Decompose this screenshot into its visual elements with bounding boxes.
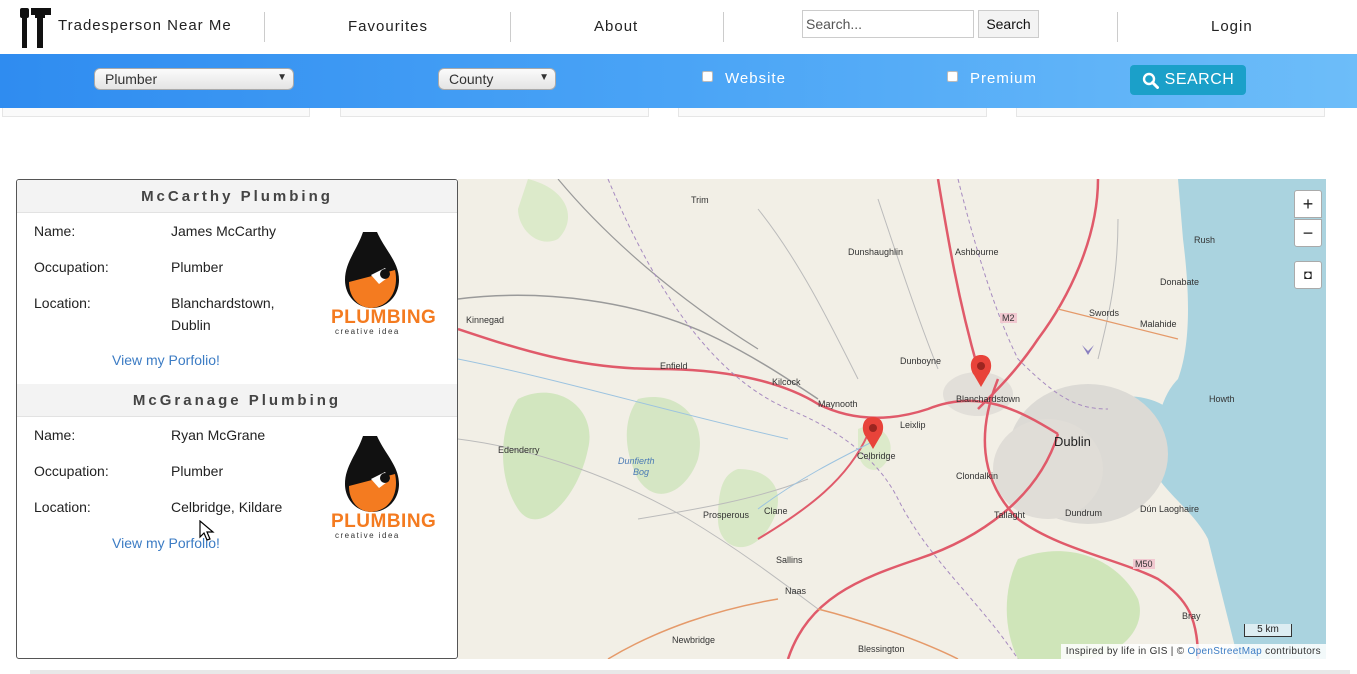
result-card: McGranage Plumbing Name: Ryan McGrane Oc…: [17, 384, 457, 588]
occupation-label: Occupation:: [34, 259, 109, 275]
name-value: James McCarthy: [171, 223, 277, 239]
occupation-value: Plumber: [171, 259, 224, 275]
occupation-label: Occupation:: [34, 463, 109, 479]
results-panel: McCarthy Plumbing Name: James McCarthy O…: [16, 179, 458, 659]
name-label: Name:: [34, 223, 76, 239]
map-label: M2: [1000, 313, 1017, 323]
attribution-prefix: Inspired by life in GIS | ©: [1065, 646, 1185, 657]
result-card-ghost: [2, 108, 310, 117]
magnifier-icon: [1142, 72, 1159, 89]
map-label: Trim: [691, 195, 709, 205]
map-label: Blessington: [858, 644, 905, 654]
zoom-in-button[interactable]: +: [1294, 190, 1322, 218]
map-label: Maynooth: [818, 399, 858, 409]
map-label: Bog: [633, 467, 650, 477]
map-label: Edenderry: [498, 445, 540, 455]
nav-divider: [723, 12, 724, 42]
search-button[interactable]: Search: [978, 10, 1039, 38]
map-label: Malahide: [1140, 319, 1177, 329]
map-label: Prosperous: [703, 510, 750, 520]
map-label: Dunfierth: [618, 456, 655, 466]
map-label: Howth: [1209, 394, 1235, 404]
map-label: Kinnegad: [466, 315, 505, 325]
occupation-value: Plumber: [171, 463, 224, 479]
location-label: Location:: [34, 295, 91, 311]
map-label: Swords: [1089, 308, 1120, 318]
map-label: Ashbourne: [955, 247, 999, 257]
page-footer-divider: [30, 670, 1350, 674]
fullscreen-button[interactable]: ◘: [1294, 261, 1322, 289]
map-label: Enfield: [660, 361, 688, 371]
filter-search-button-label: SEARCH: [1164, 71, 1235, 88]
map-label: Dún Laoghaire: [1140, 504, 1200, 514]
nav-divider: [1117, 12, 1118, 42]
name-value: Ryan McGrane: [171, 427, 266, 443]
map-label: Dunshaughlin: [848, 247, 904, 257]
search-input[interactable]: [802, 10, 974, 38]
nav-divider: [510, 12, 511, 42]
map-label: M50: [1133, 559, 1155, 569]
openstreetmap-link[interactable]: OpenStreetMap: [1188, 646, 1263, 657]
logo-text: PLUMBING: [331, 307, 437, 328]
location-label: Location:: [34, 499, 91, 515]
trade-select-value: Plumber: [105, 71, 158, 87]
attribution-suffix: contributors: [1265, 646, 1321, 657]
county-select-value: County: [449, 71, 494, 87]
map-label: Donabate: [1160, 277, 1200, 287]
map-label: Tallaght: [994, 510, 1026, 520]
filter-search-button[interactable]: SEARCH: [1130, 65, 1246, 95]
nav-divider: [264, 12, 265, 42]
map-label: Leixlip: [900, 420, 926, 430]
map-label: Dunboyne: [900, 356, 942, 366]
nav-favourites-link[interactable]: Favourites: [348, 18, 428, 35]
logo-text: PLUMBING: [331, 511, 437, 532]
trade-select[interactable]: Plumber ▼: [94, 68, 294, 90]
website-checkbox[interactable]: [702, 71, 713, 82]
map-label: Kilcock: [772, 377, 801, 387]
map-label: Bray: [1182, 611, 1201, 621]
nav-about-link[interactable]: About: [594, 18, 638, 35]
portfolio-link[interactable]: View my Porfolio!: [112, 352, 220, 368]
chevron-down-icon: ▼: [539, 72, 549, 83]
map-label: Newbridge: [672, 635, 716, 645]
location-line2: Dublin: [171, 317, 211, 333]
name-label: Name:: [34, 427, 76, 443]
map-attribution: Inspired by life in GIS | © OpenStreetMa…: [1060, 644, 1326, 659]
result-card-ghost: [340, 108, 649, 117]
map-label: Clane: [764, 506, 788, 516]
location-line1: Celbridge, Kildare: [171, 499, 283, 515]
website-checkbox-label: Website: [725, 70, 786, 87]
zoom-out-button[interactable]: −: [1294, 219, 1322, 247]
logo-subtext: creative idea: [335, 531, 400, 540]
chevron-down-icon: ▼: [277, 72, 287, 83]
map-label: Naas: [785, 586, 807, 596]
county-select[interactable]: County ▼: [438, 68, 556, 90]
map-label: Rush: [1194, 235, 1216, 245]
tools-icon[interactable]: [18, 6, 54, 48]
mouse-cursor-icon: [199, 520, 215, 541]
premium-checkbox-label: Premium: [970, 70, 1038, 87]
logo-subtext: creative idea: [335, 327, 400, 336]
premium-checkbox[interactable]: [947, 71, 958, 82]
map-label: Dundrum: [1065, 508, 1103, 518]
map-view[interactable]: Trim Dunshaughlin Ashbourne Rush Donabat…: [458, 179, 1326, 659]
filter-bar: Plumber ▼ County ▼ Website Premium SEARC…: [0, 54, 1357, 108]
business-title: McGranage Plumbing: [17, 384, 457, 417]
map-label: Dublin: [1054, 434, 1091, 449]
result-card-ghost: [678, 108, 987, 117]
top-navbar: Tradesperson Near Me Favourites About Se…: [0, 0, 1357, 54]
brand-title[interactable]: Tradesperson Near Me: [58, 17, 232, 34]
map-scale-bar: 5 km: [1244, 624, 1292, 637]
map-label: Clondalkin: [956, 471, 999, 481]
location-line1: Blanchardstown,: [171, 295, 275, 311]
nav-login-link[interactable]: Login: [1211, 18, 1253, 35]
result-card-ghost: [1016, 108, 1325, 117]
map-label: Sallins: [776, 555, 803, 565]
business-title: McCarthy Plumbing: [17, 180, 457, 213]
map-label: Blanchardstown: [956, 394, 1021, 404]
result-card: McCarthy Plumbing Name: James McCarthy O…: [17, 180, 457, 384]
map-label: Celbridge: [857, 451, 896, 461]
